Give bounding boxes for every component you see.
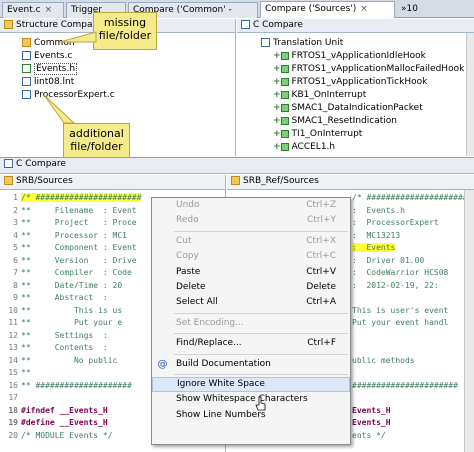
tree-item-method[interactable]: + FRTOS1_vApplicationTickHook [261, 76, 465, 89]
code-line: Events_H [352, 405, 391, 415]
folder-icon [4, 20, 13, 29]
menu-item-show-line-numbers[interactable]: Show Line Numbers [152, 408, 350, 423]
tree-item-method[interactable]: + SMAC1_ResetIndication [261, 115, 465, 128]
tree-item-include[interactable]: + ACCEL1.h [261, 141, 465, 154]
pane-header: C Compare [0, 158, 474, 174]
folder-icon [22, 38, 31, 47]
code-line: : Events [352, 243, 396, 252]
method-icon [280, 116, 289, 125]
tree-item-events-h[interactable]: Events.h [22, 63, 235, 76]
c-file-icon [4, 159, 13, 168]
menu-item-paste[interactable]: Paste Ctrl+V [152, 265, 350, 280]
tree-item-lint[interactable]: lint08.lnt [22, 76, 235, 89]
added-icon: + [273, 64, 281, 74]
menu-separator [174, 230, 348, 232]
menu-separator [174, 333, 348, 335]
vertical-scrollbar[interactable] [466, 33, 474, 156]
context-menu: Undo Ctrl+Z Redo Ctrl+Y Cut Ctrl+X Copy Ctrl… [151, 197, 351, 445]
menu-item-undo[interactable]: Undo Ctrl+Z [152, 198, 350, 213]
code-line: /* ###################### [352, 193, 473, 202]
code-line: : Driver 01.00 [352, 255, 425, 265]
menu-item-find-replace[interactable]: Find/Replace... Ctrl+F [152, 336, 350, 351]
code-line: This is user's event [352, 305, 449, 315]
callout-arrow [59, 31, 97, 43]
tree-item-method[interactable]: + FRTOS1_vApplicationIdleHook [261, 50, 465, 63]
at-sign-icon: @ [157, 358, 168, 370]
c-file-icon [22, 90, 31, 99]
menu-separator [174, 373, 348, 375]
method-icon [280, 64, 289, 73]
editor-tab-bar: Event.c × Trigger Compare ('Common' - Com… [0, 0, 474, 18]
tree-item-method[interactable]: + TI1_OnInterrupt [261, 128, 465, 141]
menu-item-show-whitespace[interactable]: Show Whitespace Characters [152, 392, 350, 407]
method-icon [280, 129, 289, 138]
folder-icon [4, 176, 13, 185]
code-line: : ProcessorExpert [352, 218, 439, 227]
menu-item-build-documentation[interactable]: @ Build Documentation [152, 357, 350, 372]
code-line: : 2012-02-19, 22: [352, 280, 439, 290]
c-file-icon [241, 20, 250, 29]
menu-separator [174, 312, 348, 314]
tree-item-method[interactable]: + KB1_OnInterrupt [261, 89, 465, 102]
callout-arrow [43, 94, 76, 124]
added-icon: + [273, 103, 281, 113]
close-icon[interactable]: × [45, 5, 53, 15]
code-line: ents */ [352, 430, 386, 440]
menu-item-copy[interactable]: Copy Ctrl+C [152, 249, 350, 264]
tree-item-method[interactable]: + SMAC1_DataIndicationPacket [261, 102, 465, 115]
added-icon: + [273, 142, 281, 152]
code-line: Put your event handl [352, 318, 449, 327]
tree-item-translation-unit[interactable]: Translation Unit [261, 37, 465, 50]
method-icon [280, 77, 289, 86]
pane-header: C Compare [237, 19, 474, 33]
added-icon: + [273, 90, 281, 100]
close-icon[interactable]: × [360, 4, 368, 14]
code-line: : MC13213 [352, 230, 401, 240]
menu-item-set-encoding[interactable]: Set Encoding... [152, 316, 350, 331]
menu-item-select-all[interactable]: Select All Ctrl+A [152, 295, 350, 310]
added-icon: + [273, 129, 281, 139]
tab-event-c[interactable]: Event.c × [2, 2, 64, 18]
include-icon [280, 142, 289, 151]
menu-item-delete[interactable]: Delete Delete [152, 280, 350, 295]
added-icon: + [273, 51, 281, 61]
translation-unit-icon [261, 38, 270, 47]
method-icon [280, 103, 289, 112]
mouse-cursor-icon [255, 396, 266, 411]
menu-item-redo[interactable]: Redo Ctrl+Y [152, 213, 350, 228]
tree-item-events-c[interactable]: Events.c [22, 50, 235, 63]
code-line: ###################### [352, 380, 458, 390]
tab-overflow[interactable]: »10 [397, 2, 427, 18]
added-icon: + [273, 77, 281, 87]
menu-item-cut[interactable]: Cut Ctrl+X [152, 234, 350, 249]
c-compare-pane: C Compare Translation Unit + FRTOS1_vAppl… [237, 19, 474, 156]
code-header: SRB/Sources [0, 175, 225, 190]
folder-icon [231, 176, 240, 185]
code-line: ublic methods [352, 355, 415, 365]
code-line: Events_H [352, 418, 391, 427]
method-icon [280, 90, 289, 99]
menu-item-ignore-white-space[interactable]: Ignore White Space [152, 376, 350, 393]
code-line: : CodeWarrior HCS08 [352, 268, 449, 277]
method-icon [280, 51, 289, 60]
added-icon: + [273, 116, 281, 126]
tab-compare-sources[interactable]: Compare ('Sources') × [260, 1, 395, 18]
code-line: : Events.h [352, 205, 405, 215]
c-file-icon [22, 51, 31, 60]
tree-item-method[interactable]: + FRTOS1_vApplicationMallocFailedHook [261, 63, 465, 76]
h-file-icon [22, 64, 31, 73]
vertical-scrollbar[interactable] [464, 190, 474, 452]
added-file-icon [22, 77, 31, 86]
missing-callout: missing file/folder [93, 12, 157, 50]
c-structure-tree: Translation Unit + FRTOS1_vApplicationIdl… [237, 33, 465, 154]
menu-separator [174, 353, 348, 355]
code-header: SRB_Ref/Sources [227, 175, 474, 190]
